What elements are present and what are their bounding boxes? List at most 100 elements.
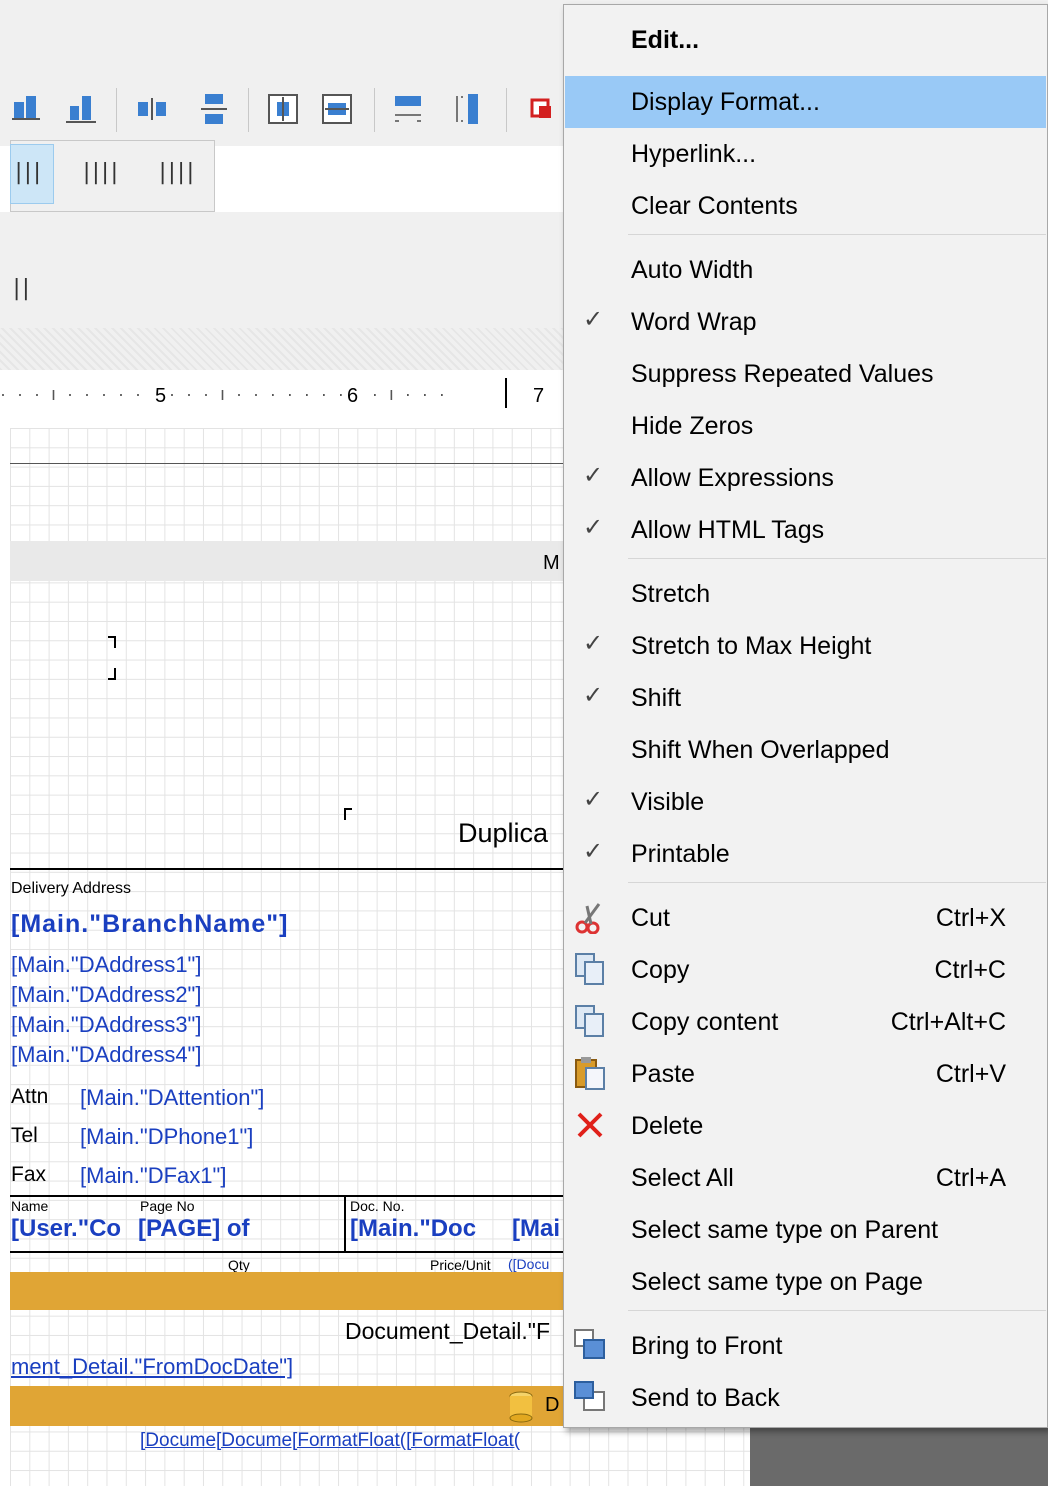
menu-item-label: Hyperlink... [631,140,757,168]
fax-field[interactable]: [Main."DFax1"] [80,1163,226,1189]
menu-item-label: Display Format... [631,88,820,116]
menu-item-label: Allow HTML Tags [631,516,825,544]
ruler-number-7: 7 [530,385,548,408]
menu-item-shift-when-overlapped[interactable]: Shift When Overlapped [565,724,1046,776]
menu-item-select-all[interactable]: Select All Ctrl+A [565,1152,1046,1204]
menu-item-word-wrap[interactable]: ✓ Word Wrap [565,296,1046,348]
distribute-right-icon[interactable]: |||| [156,160,197,185]
detail-header-text[interactable]: Document_Detail."F [345,1318,550,1345]
menu-item-allow-html-tags[interactable]: ✓ Allow HTML Tags [565,504,1046,556]
menu-item-label: Shift [631,684,682,712]
center-in-band-vertical-icon[interactable] [322,92,352,126]
detail-row-fields[interactable]: [Docume[Docume[FormatFloat([FormatFloat( [140,1430,520,1452]
object-corner-marker [344,808,352,820]
header-top-line [10,868,565,870]
align-right-icon[interactable] [12,92,42,126]
band-line [10,463,565,464]
checkmark-icon: ✓ [583,514,604,541]
attention-field[interactable]: [Main."DAttention"] [80,1085,264,1111]
checkmark-icon: ✓ [583,462,604,489]
menu-item-stretch-to-max-height[interactable]: ✓ Stretch to Max Height [565,620,1046,672]
menu-item-printable[interactable]: ✓ Printable [565,828,1046,880]
menu-item-edit[interactable]: Edit... [565,14,1046,66]
menu-item-label: Shift When Overlapped [631,736,890,764]
user-field[interactable]: [User."Co [11,1215,121,1243]
toolbar-separator [506,88,507,132]
address-line-4-field[interactable]: [Main."DAddress4"] [11,1042,201,1068]
space-horizontally-icon[interactable] [393,92,423,126]
same-size-icon[interactable] [528,92,558,126]
distribute-small-icon[interactable]: || [10,276,32,301]
menu-item-copy[interactable]: Copy Ctrl+C [565,944,1046,996]
from-doc-date-field[interactable]: ment_Detail."FromDocDate"] [11,1354,293,1380]
menu-item-auto-width[interactable]: Auto Width [565,244,1046,296]
menu-item-shortcut: Ctrl+Alt+C [890,1008,1006,1036]
menu-item-cut[interactable]: Cut Ctrl+X [565,892,1046,944]
menu-item-bring-to-front[interactable]: Bring to Front [565,1320,1046,1372]
space-vertically-icon[interactable] [452,92,482,126]
delete-icon [573,1108,607,1142]
center-vertically-icon[interactable] [199,92,229,126]
price-unit-label: Price/Unit [430,1257,491,1273]
page-no-label: Page No [140,1198,195,1214]
menu-item-send-to-back[interactable]: Send to Back [565,1372,1046,1424]
menu-item-label: Cut [631,904,670,932]
menu-item-label: Select same type on Page [631,1268,923,1296]
center-horizontally-icon[interactable] [137,92,167,126]
ruler-marker [505,378,507,408]
database-icon [509,1391,533,1423]
checkmark-icon: ✓ [583,630,604,657]
menu-item-hyperlink[interactable]: Hyperlink... [565,128,1046,180]
doc-no-field[interactable]: [Main."Doc [350,1215,476,1243]
address-line-1-field[interactable]: [Main."DAddress1"] [11,952,201,978]
address-line-3-field[interactable]: [Main."DAddress3"] [11,1012,201,1038]
menu-item-label: Edit... [631,26,700,54]
menu-item-select-same-type-on-page[interactable]: Select same type on Page [565,1256,1046,1308]
page-field[interactable]: [PAGE] of [138,1215,250,1243]
address-line-2-field[interactable]: [Main."DAddress2"] [11,982,201,1008]
menu-item-display-format[interactable]: Display Format... [565,76,1046,128]
branch-name-field[interactable]: [Main."BranchName"] [11,910,288,939]
bring-to-front-icon [573,1328,607,1362]
info-row-top-line [10,1195,565,1197]
main-field[interactable]: [Mai [512,1215,560,1243]
menu-separator [628,234,1046,235]
menu-item-suppress-repeated-values[interactable]: Suppress Repeated Values [565,348,1046,400]
tel-label: Tel [11,1124,38,1147]
menu-item-allow-expressions[interactable]: ✓ Allow Expressions [565,452,1046,504]
menu-item-label: Copy [631,956,690,984]
menu-item-paste[interactable]: Paste Ctrl+V [565,1048,1046,1100]
ruler-ticks: · · · ı · · · · · · · · · ı · · · · · · … [0,384,448,404]
menu-item-copy-content[interactable]: Copy content Ctrl+Alt+C [565,996,1046,1048]
distribute-center-icon[interactable]: |||| [80,160,121,185]
menu-item-stretch[interactable]: Stretch [565,568,1046,620]
phone-field[interactable]: [Main."DPhone1"] [80,1124,253,1150]
fax-label: Fax [11,1163,47,1186]
info-row-divider [344,1195,346,1253]
checkmark-icon: ✓ [583,786,604,813]
duplicate-title-text[interactable]: Duplica [458,818,548,849]
copy-content-icon [573,1004,607,1038]
menu-item-hide-zeros[interactable]: Hide Zeros [565,400,1046,452]
docu-field[interactable]: ([Docu [508,1256,549,1272]
menu-item-label: Send to Back [631,1384,780,1412]
menu-item-delete[interactable]: Delete [565,1100,1046,1152]
menu-item-label: Delete [631,1112,704,1140]
menu-separator [628,1310,1046,1311]
menu-item-label: Allow Expressions [631,464,834,492]
menu-item-label: Visible [631,788,705,816]
copy-icon [573,952,607,986]
checkmark-icon: ✓ [583,306,604,333]
menu-item-visible[interactable]: ✓ Visible [565,776,1046,828]
distribute-left-icon[interactable]: ||| [12,160,44,185]
menu-item-select-same-type-on-parent[interactable]: Select same type on Parent [565,1204,1046,1256]
toolbar-separator [248,88,249,132]
align-bottom-icon[interactable] [66,92,96,126]
toolbar-separator [374,88,375,132]
menu-item-clear-contents[interactable]: Clear Contents [565,180,1046,232]
menu-item-shift[interactable]: ✓ Shift [565,672,1046,724]
menu-item-label: Hide Zeros [631,412,754,440]
center-in-band-horizontal-icon[interactable] [268,92,298,126]
band-label: M [543,552,560,574]
menu-item-label: Word Wrap [631,308,757,336]
